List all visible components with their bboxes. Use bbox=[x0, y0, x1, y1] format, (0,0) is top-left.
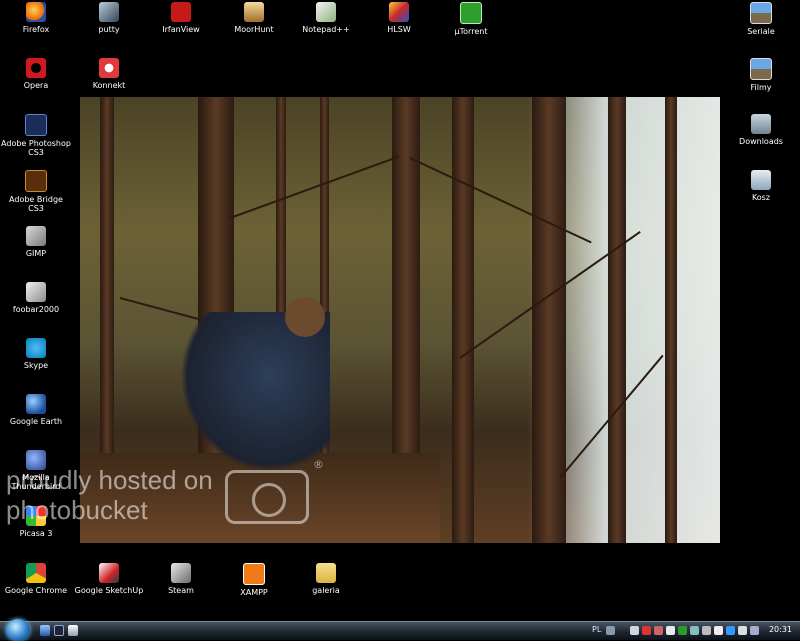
desktop-icon-konnekt[interactable]: Konnekt bbox=[74, 58, 144, 90]
desktop-icon-label: GIMP bbox=[25, 249, 47, 258]
tray-app-icon[interactable] bbox=[714, 626, 723, 635]
skype-icon bbox=[26, 338, 46, 358]
utorrent-icon bbox=[460, 2, 482, 24]
clock[interactable]: 20:31 bbox=[769, 625, 792, 634]
google-earth-icon bbox=[26, 394, 46, 414]
tree-trunk bbox=[608, 97, 626, 543]
desktop: Firefox putty IrfanView MoorHunt Notepad… bbox=[0, 0, 800, 622]
start-button[interactable] bbox=[6, 619, 30, 641]
desktop-icon-label: Google Earth bbox=[9, 417, 63, 426]
desktop-icon-label: Adobe Bridge CS3 bbox=[9, 195, 63, 213]
show-desktop-icon[interactable] bbox=[40, 625, 50, 636]
desktop-icon-chrome[interactable]: Google Chrome bbox=[1, 563, 71, 595]
gimp-icon bbox=[26, 226, 46, 246]
firefox-icon bbox=[26, 2, 46, 22]
desktop-icon-gimp[interactable]: GIMP bbox=[1, 226, 71, 258]
utorrent-tray-icon[interactable] bbox=[678, 626, 687, 635]
foobar-icon bbox=[26, 282, 46, 302]
tray-app-icon[interactable] bbox=[690, 626, 699, 635]
desktop-icon-label: Opera bbox=[23, 81, 49, 90]
irfanview-icon bbox=[171, 2, 191, 22]
branch bbox=[229, 155, 400, 219]
desktop-icon-firefox[interactable]: Firefox bbox=[1, 2, 71, 34]
desktop-icon-label: XAMPP bbox=[240, 588, 268, 597]
desktop-icon-label: Adobe Photoshop CS3 bbox=[1, 139, 71, 157]
konnekt-icon bbox=[99, 58, 119, 78]
photoshop-icon bbox=[25, 114, 47, 136]
desktop-icon-label: Konnekt bbox=[92, 81, 126, 90]
registered-mark: ® bbox=[313, 458, 324, 471]
tray-app-icon[interactable] bbox=[702, 626, 711, 635]
desktop-icon-label: Firefox bbox=[22, 25, 50, 34]
quick-launch-icon[interactable] bbox=[68, 625, 78, 636]
desktop-icon-label: IrfanView bbox=[162, 25, 200, 34]
desktop-icon-xampp[interactable]: XAMPP bbox=[219, 563, 289, 597]
video-folder-icon bbox=[750, 2, 772, 24]
volume-icon[interactable] bbox=[750, 626, 759, 635]
video-folder-icon bbox=[750, 58, 772, 80]
xampp-icon bbox=[243, 563, 265, 585]
desktop-icon-google-earth[interactable]: Google Earth bbox=[1, 394, 71, 426]
tray-app-icon[interactable] bbox=[738, 626, 747, 635]
desktop-icon-skype[interactable]: Skype bbox=[1, 338, 71, 370]
desktop-icon-label: µTorrent bbox=[454, 27, 488, 36]
desktop-icon-label: Skype bbox=[23, 361, 49, 370]
desktop-icon-foobar[interactable]: foobar2000 bbox=[1, 282, 71, 314]
desktop-icon-label: HLSW bbox=[387, 25, 411, 34]
desktop-icon-label: Filmy bbox=[750, 83, 772, 92]
camera-logo-icon bbox=[225, 470, 309, 524]
desktop-icon-steam[interactable]: Steam bbox=[146, 563, 216, 595]
opera-icon bbox=[26, 58, 46, 78]
desktop-icon-label: Kosz bbox=[751, 193, 771, 202]
taskbar: PL 20:31 bbox=[0, 619, 800, 641]
chrome-icon bbox=[26, 563, 46, 583]
desktop-icon-bridge[interactable]: Adobe Bridge CS3 bbox=[1, 170, 71, 213]
photographer-head bbox=[285, 297, 325, 337]
putty-icon bbox=[99, 2, 119, 22]
desktop-icon-moorhunt[interactable]: MoorHunt bbox=[219, 2, 289, 34]
desktop-icon-label: Notepad++ bbox=[302, 25, 350, 34]
downloads-icon bbox=[751, 114, 771, 134]
network-icon[interactable] bbox=[726, 626, 735, 635]
desktop-icon-label: putty bbox=[98, 25, 120, 34]
desktop-icon-opera[interactable]: Opera bbox=[1, 58, 71, 90]
tree-trunk bbox=[665, 97, 677, 543]
desktop-icon-putty[interactable]: putty bbox=[74, 2, 144, 34]
sketchup-icon bbox=[99, 563, 119, 583]
desktop-icon-notepadpp[interactable]: Notepad++ bbox=[291, 2, 361, 34]
language-indicator[interactable]: PL bbox=[592, 625, 601, 634]
desktop-icon-downloads[interactable]: Downloads bbox=[726, 114, 796, 146]
tree-trunk bbox=[452, 97, 474, 543]
bridge-icon bbox=[25, 170, 47, 192]
notepadpp-icon bbox=[316, 2, 336, 22]
switch-windows-icon[interactable] bbox=[54, 625, 64, 636]
desktop-icon-label: Steam bbox=[168, 586, 194, 595]
recycle-bin-icon bbox=[751, 170, 771, 190]
desktop-icon-galeria[interactable]: galeria bbox=[291, 563, 361, 595]
desktop-icon-sketchup[interactable]: Google SketchUp bbox=[74, 563, 144, 595]
desktop-icon-utorrent[interactable]: µTorrent bbox=[436, 2, 506, 36]
desktop-icon-irfanview[interactable]: IrfanView bbox=[146, 2, 216, 34]
moorhunt-icon bbox=[244, 2, 264, 22]
desktop-icon-kosz[interactable]: Kosz bbox=[726, 170, 796, 202]
desktop-icon-label: Google Chrome bbox=[4, 586, 68, 595]
keyboard-icon[interactable] bbox=[606, 626, 615, 635]
tray-app-icon[interactable] bbox=[666, 626, 675, 635]
tray-app-icon[interactable] bbox=[630, 626, 639, 635]
desktop-icon-photoshop[interactable]: Adobe Photoshop CS3 bbox=[1, 114, 71, 157]
hlsw-icon bbox=[389, 2, 409, 22]
desktop-icon-label: Downloads bbox=[739, 137, 783, 146]
tray-app-icon[interactable] bbox=[654, 626, 663, 635]
desktop-icon-seriale[interactable]: Seriale bbox=[726, 2, 796, 36]
desktop-icon-label: Google SketchUp bbox=[74, 586, 144, 595]
desktop-icon-filmy[interactable]: Filmy bbox=[726, 58, 796, 92]
desktop-icon-label: galeria bbox=[312, 586, 340, 595]
steam-icon bbox=[171, 563, 191, 583]
desktop-icon-hlsw[interactable]: HLSW bbox=[364, 2, 434, 34]
folder-icon bbox=[316, 563, 336, 583]
desktop-icon-label: Seriale bbox=[747, 27, 775, 36]
tray-app-icon[interactable] bbox=[642, 626, 651, 635]
desktop-icon-label: MoorHunt bbox=[234, 25, 274, 34]
desktop-icon-label: foobar2000 bbox=[12, 305, 60, 314]
